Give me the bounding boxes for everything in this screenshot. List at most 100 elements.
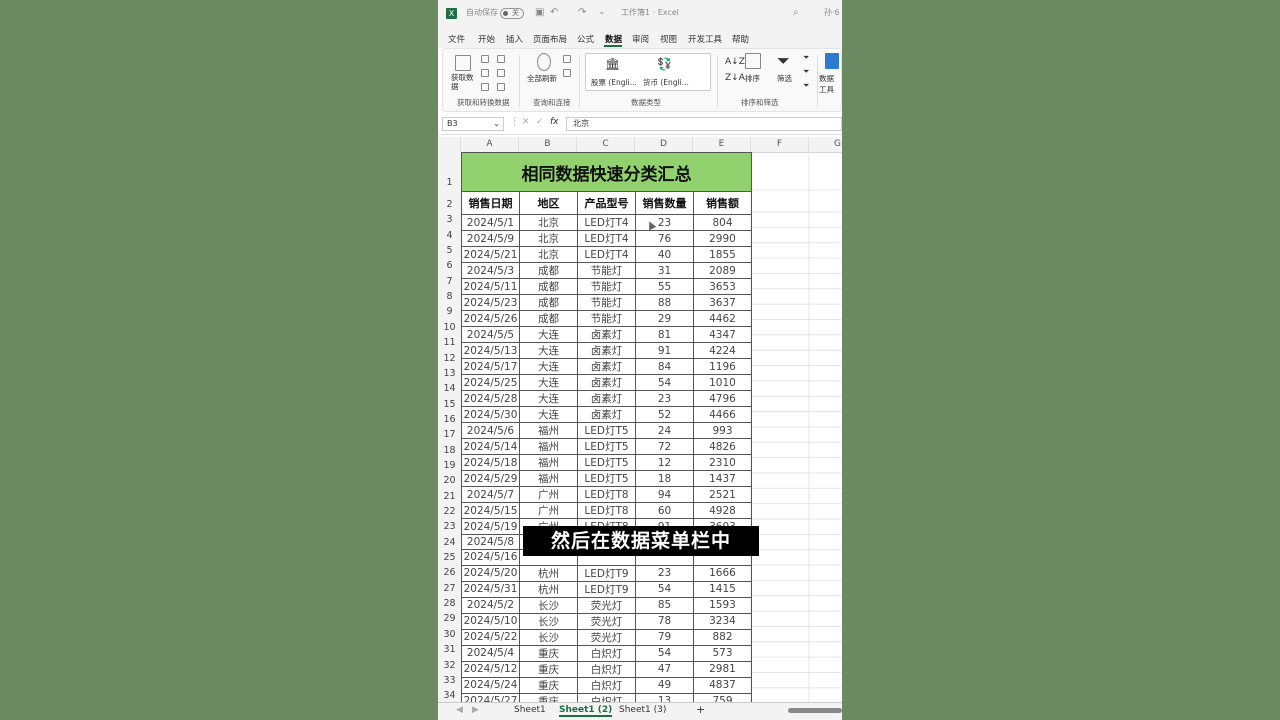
from-text-icon[interactable] [481, 55, 489, 63]
table-cell[interactable]: 4928 [693, 502, 752, 519]
clear-filter-icon[interactable]: ⏷ [803, 53, 809, 63]
table-cell[interactable]: 1010 [693, 374, 752, 391]
table-cell[interactable]: 2024/5/6 [461, 422, 520, 439]
table-cell[interactable]: 2024/5/18 [461, 454, 520, 471]
row-header[interactable]: 12 [438, 353, 461, 364]
table-cell[interactable]: 88 [635, 294, 694, 311]
table-cell[interactable]: 2024/5/22 [461, 628, 520, 646]
sort-icon[interactable] [745, 53, 761, 69]
table-cell[interactable]: 1196 [693, 358, 752, 375]
table-cell[interactable]: 2024/5/20 [461, 564, 520, 582]
table-cell[interactable]: 1415 [693, 580, 752, 598]
table-cell[interactable]: 3234 [693, 612, 752, 630]
column-header[interactable]: G [809, 137, 842, 152]
table-cell[interactable]: 23 [635, 214, 694, 231]
table-cell[interactable]: 大连 [519, 406, 578, 423]
row-header[interactable]: 31 [438, 644, 461, 655]
table-cell[interactable]: 重庆 [519, 676, 578, 694]
menu-formulas[interactable]: 公式 [577, 33, 594, 45]
table-cell[interactable]: 大连 [519, 326, 578, 343]
table-cell[interactable]: 2024/5/29 [461, 470, 520, 487]
row-header[interactable]: 29 [438, 613, 461, 624]
row-header[interactable]: 13 [438, 368, 461, 379]
table-cell[interactable]: 重庆 [519, 644, 578, 662]
select-all-corner[interactable] [438, 137, 461, 152]
menu-page-layout[interactable]: 页面布局 [533, 33, 567, 45]
table-cell[interactable]: 3637 [693, 294, 752, 311]
row-header[interactable]: 26 [438, 567, 461, 578]
table-cell[interactable]: 2310 [693, 454, 752, 471]
column-header[interactable]: F [751, 137, 809, 152]
sort-za-icon[interactable]: Z↓A [725, 73, 745, 83]
table-cell[interactable]: 23 [635, 564, 694, 582]
chevron-down-icon[interactable]: ⌄ [493, 118, 500, 130]
table-cell[interactable]: 2024/5/13 [461, 342, 520, 359]
table-cell[interactable]: 1437 [693, 470, 752, 487]
row-header[interactable]: 5 [438, 245, 461, 256]
column-header[interactable]: A [461, 137, 519, 152]
table-cell[interactable]: 2024/5/12 [461, 660, 520, 678]
table-cell[interactable]: 78 [635, 612, 694, 630]
table-cell[interactable]: 4796 [693, 390, 752, 407]
insert-function-icon[interactable]: fx [550, 117, 559, 127]
table-cell[interactable]: 2024/5/10 [461, 612, 520, 630]
table-cell[interactable]: LED灯T5 [577, 454, 636, 471]
table-cell[interactable]: 大连 [519, 374, 578, 391]
header-cell[interactable]: 销售额 [693, 191, 752, 215]
table-cell[interactable]: LED灯T5 [577, 438, 636, 455]
sort-button[interactable]: 排序 [745, 73, 760, 84]
table-cell[interactable]: 60 [635, 502, 694, 519]
advanced-filter-icon[interactable]: ⏷ [803, 81, 809, 91]
table-cell[interactable]: 大连 [519, 358, 578, 375]
menu-data[interactable]: 数据 [605, 33, 622, 45]
currency-button[interactable]: 货币 (Engli... [643, 77, 689, 88]
menu-home[interactable]: 开始 [478, 33, 495, 45]
table-cell[interactable]: 18 [635, 470, 694, 487]
user-initials[interactable]: 孙·6 [824, 7, 840, 18]
table-cell[interactable]: 大连 [519, 342, 578, 359]
table-cell[interactable]: 福州 [519, 422, 578, 439]
table-cell[interactable]: 荧光灯 [577, 628, 636, 646]
table-cell[interactable]: 白炽灯 [577, 644, 636, 662]
name-box[interactable]: B3 ⌄ [442, 117, 504, 131]
table-cell[interactable]: 4224 [693, 342, 752, 359]
undo-icon[interactable]: ↶ [550, 7, 558, 18]
more-icon[interactable]: ⋮ [510, 117, 519, 127]
table-cell[interactable]: 2990 [693, 230, 752, 247]
refresh-all-icon[interactable] [537, 53, 551, 71]
row-header[interactable]: 8 [438, 291, 461, 302]
refresh-all-button[interactable]: 全部刷新 [527, 73, 557, 84]
row-header[interactable]: 25 [438, 552, 461, 563]
row-header[interactable]: 23 [438, 521, 461, 532]
row-header[interactable]: 4 [438, 230, 461, 241]
prev-sheet-icon[interactable]: ◀ [456, 705, 463, 715]
table-cell[interactable]: 2981 [693, 660, 752, 678]
table-cell[interactable]: 卤素灯 [577, 406, 636, 423]
table-cell[interactable]: 卤素灯 [577, 358, 636, 375]
search-icon[interactable]: ⌕ [793, 7, 799, 18]
table-cell[interactable]: 2024/5/1 [461, 214, 520, 231]
table-cell[interactable]: 85 [635, 596, 694, 614]
sheet-tab-3[interactable]: Sheet1 (3) [619, 705, 666, 715]
table-cell[interactable]: LED灯T5 [577, 470, 636, 487]
table-cell[interactable]: 卤素灯 [577, 326, 636, 343]
table-cell[interactable]: 3653 [693, 278, 752, 295]
table-cell[interactable]: 2024/5/15 [461, 502, 520, 519]
table-cell[interactable]: LED灯T8 [577, 502, 636, 519]
row-header[interactable]: 22 [438, 506, 461, 517]
existing-connections-icon[interactable] [497, 69, 505, 77]
table-cell[interactable]: 23 [635, 390, 694, 407]
table-cell[interactable]: 94 [635, 486, 694, 503]
table-cell[interactable]: 成都 [519, 294, 578, 311]
table-cell[interactable]: 成都 [519, 278, 578, 295]
table-cell[interactable]: 2024/5/7 [461, 486, 520, 503]
table-cell[interactable]: LED灯T8 [577, 486, 636, 503]
queries-icon[interactable] [563, 55, 571, 63]
table-cell[interactable]: LED灯T4 [577, 246, 636, 263]
get-data-button[interactable]: 获取数 据 [451, 73, 474, 91]
menu-review[interactable]: 审阅 [632, 33, 649, 45]
table-cell[interactable]: 北京 [519, 214, 578, 231]
data-tools-button[interactable]: 数据工具 [819, 73, 841, 95]
table-cell[interactable]: 2024/5/8 [461, 533, 520, 551]
table-cell[interactable]: 卤素灯 [577, 390, 636, 407]
